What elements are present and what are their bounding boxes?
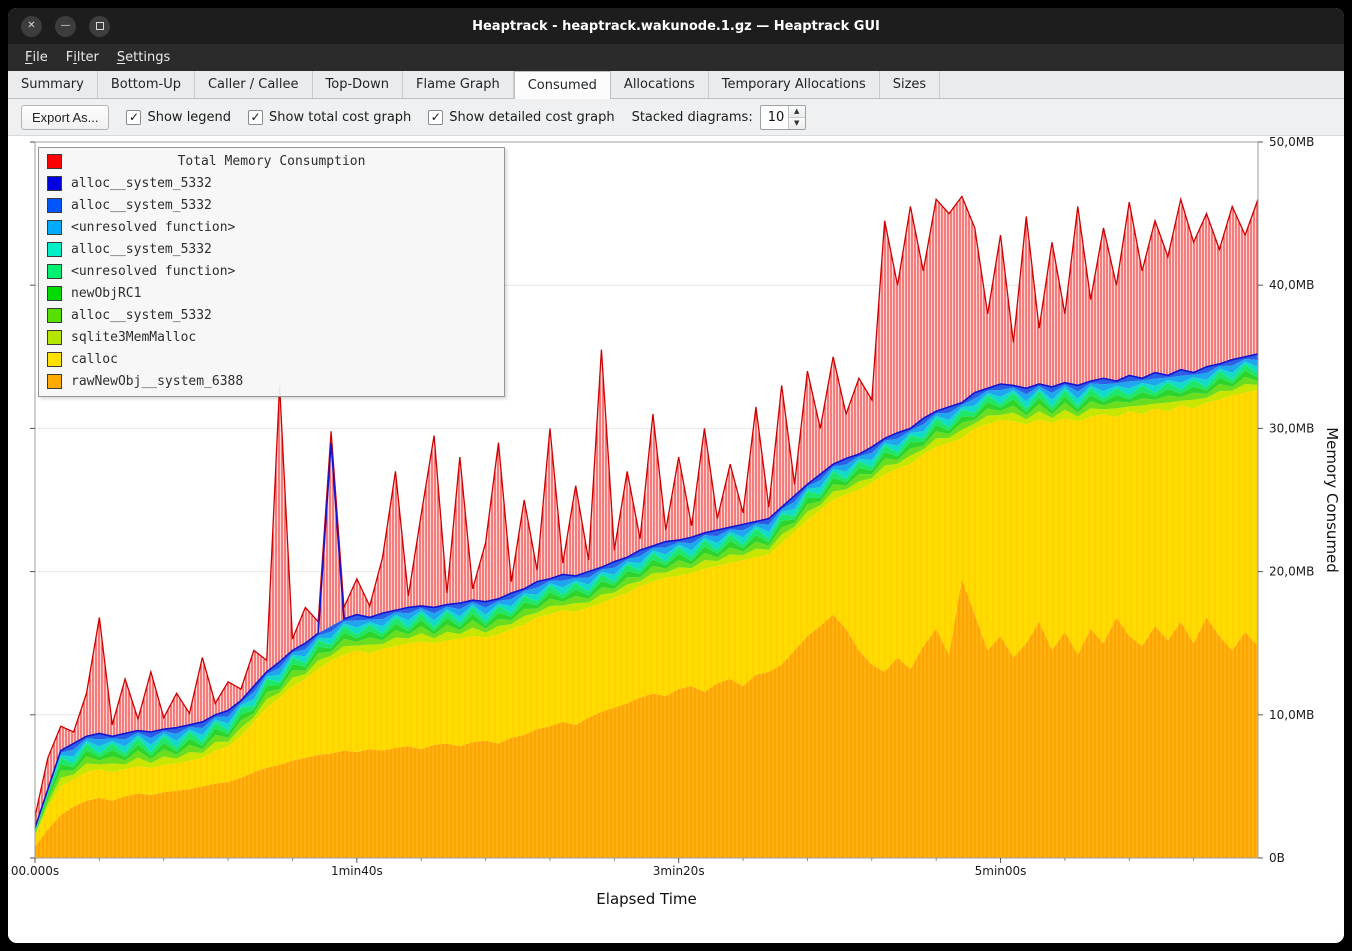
tab-flame-graph[interactable]: Flame Graph xyxy=(403,71,514,98)
y-tick-label: 10,0MB xyxy=(1269,708,1314,722)
legend-title: Total Memory Consumption xyxy=(39,154,504,169)
legend-item-label: alloc__system_5332 xyxy=(71,176,212,191)
x-tick-label: 00.000s xyxy=(11,864,59,878)
y-tick-label: 50,0MB xyxy=(1269,136,1314,149)
y-tick-label: 20,0MB xyxy=(1269,565,1314,579)
legend-item-label: <unresolved function> xyxy=(71,264,235,279)
tab-top-down[interactable]: Top-Down xyxy=(313,71,403,98)
legend-item: alloc__system_5332 xyxy=(39,304,504,326)
legend-swatch xyxy=(47,176,62,191)
tab-consumed[interactable]: Consumed xyxy=(514,71,611,99)
legend-item-label: sqlite3MemMalloc xyxy=(71,330,196,345)
y-tick-label: 40,0MB xyxy=(1269,278,1314,292)
legend-swatch xyxy=(47,286,62,301)
window-title: Heaptrack - heaptrack.wakunode.1.gz — He… xyxy=(472,19,880,34)
spin-up-button[interactable]: ▲ xyxy=(789,106,805,117)
checkbox-mark: ✓ xyxy=(126,110,141,125)
legend-item: alloc__system_5332 xyxy=(39,172,504,194)
legend-item-label: <unresolved function> xyxy=(71,220,235,235)
tab-bottom-up[interactable]: Bottom-Up xyxy=(98,71,195,98)
show-detailed-cost-graph-checkbox[interactable]: ✓ Show detailed cost graph xyxy=(428,110,614,125)
checkbox-mark: ✓ xyxy=(428,110,443,125)
legend-item: calloc xyxy=(39,348,504,370)
menu-file[interactable]: File xyxy=(16,44,57,71)
tab-summary[interactable]: Summary xyxy=(8,71,98,98)
checkbox-label: Show detailed cost graph xyxy=(449,110,614,125)
legend-title-swatch xyxy=(47,154,62,169)
menu-settings[interactable]: Settings xyxy=(108,44,179,71)
legend-swatch xyxy=(47,330,62,345)
tab-caller-callee[interactable]: Caller / Callee xyxy=(195,71,313,98)
legend-item-label: alloc__system_5332 xyxy=(71,198,212,213)
legend-swatch xyxy=(47,352,62,367)
spinbox-buttons: ▲ ▼ xyxy=(788,106,805,129)
legend-item: alloc__system_5332 xyxy=(39,194,504,216)
tab-sizes[interactable]: Sizes xyxy=(880,71,940,98)
stacked-diagrams-group: Stacked diagrams: 10 ▲ ▼ xyxy=(632,105,806,130)
titlebar[interactable]: ✕ — Heaptrack - heaptrack.wakunode.1.gz … xyxy=(8,8,1344,44)
tab-bar: SummaryBottom-UpCaller / CalleeTop-DownF… xyxy=(8,71,1344,99)
menubar: FileFilterSettings xyxy=(8,44,1344,71)
checkbox-label: Show total cost graph xyxy=(269,110,411,125)
maximize-button[interactable] xyxy=(89,16,110,37)
y-tick-label: 30,0MB xyxy=(1269,421,1314,435)
tab-allocations[interactable]: Allocations xyxy=(611,71,709,98)
x-tick-label: 3min20s xyxy=(653,864,705,878)
screenshot-root: ✕ — Heaptrack - heaptrack.wakunode.1.gz … xyxy=(0,0,1352,951)
tab-temporary-allocations[interactable]: Temporary Allocations xyxy=(709,71,880,98)
minimize-button[interactable]: — xyxy=(55,16,76,37)
legend-swatch xyxy=(47,198,62,213)
stacked-diagrams-label: Stacked diagrams: xyxy=(632,110,753,125)
legend-item: <unresolved function> xyxy=(39,216,504,238)
legend-item: sqlite3MemMalloc xyxy=(39,326,504,348)
menu-filter[interactable]: Filter xyxy=(57,44,108,71)
legend-swatch xyxy=(47,374,62,389)
stacked-diagrams-spinbox[interactable]: 10 ▲ ▼ xyxy=(760,105,806,130)
legend-item-label: alloc__system_5332 xyxy=(71,242,212,257)
close-button[interactable]: ✕ xyxy=(21,16,42,37)
checkbox-row: ✓ Show legend ✓ Show total cost graph ✓ Show … xyxy=(126,110,614,125)
legend-item-label: rawNewObj__system_6388 xyxy=(71,374,243,389)
legend-item: alloc__system_5332 xyxy=(39,238,504,260)
window-buttons: ✕ — xyxy=(21,8,110,44)
legend-item: newObjRC1 xyxy=(39,282,504,304)
x-tick-label: 5min00s xyxy=(975,864,1027,878)
x-tick-label: 1min40s xyxy=(331,864,383,878)
show-legend-checkbox[interactable]: ✓ Show legend xyxy=(126,110,231,125)
y-axis-title: Memory Consumed xyxy=(1323,427,1341,573)
legend-swatch xyxy=(47,308,62,323)
legend-item-label: newObjRC1 xyxy=(71,286,141,301)
spin-down-button[interactable]: ▼ xyxy=(789,117,805,129)
toolbar: Export As... ✓ Show legend ✓ Show total cos… xyxy=(8,99,1344,135)
legend-item: <unresolved function> xyxy=(39,260,504,282)
legend-title-row: Total Memory Consumption xyxy=(39,150,504,172)
legend-item-label: calloc xyxy=(71,352,118,367)
checkbox-mark: ✓ xyxy=(248,110,263,125)
y-tick-label: 0B xyxy=(1269,851,1285,865)
export-as-button[interactable]: Export As... xyxy=(21,105,109,130)
legend-item: rawNewObj__system_6388 xyxy=(39,370,504,392)
legend-item-label: alloc__system_5332 xyxy=(71,308,212,323)
chart-panel[interactable]: 00.000s 1min40s 3min20s 5min00s 0B 10,0MB 20,0… xyxy=(8,135,1344,943)
legend-swatch xyxy=(47,264,62,279)
chart-legend: Total Memory Consumption alloc__system_5… xyxy=(38,147,505,397)
maximize-icon xyxy=(96,22,104,30)
legend-swatch xyxy=(47,242,62,257)
heaptrack-window: ✕ — Heaptrack - heaptrack.wakunode.1.gz … xyxy=(8,8,1344,943)
spinbox-value[interactable]: 10 xyxy=(761,106,788,129)
legend-swatch xyxy=(47,220,62,235)
show-total-cost-graph-checkbox[interactable]: ✓ Show total cost graph xyxy=(248,110,411,125)
checkbox-label: Show legend xyxy=(147,110,231,125)
x-axis-title: Elapsed Time xyxy=(596,890,696,908)
